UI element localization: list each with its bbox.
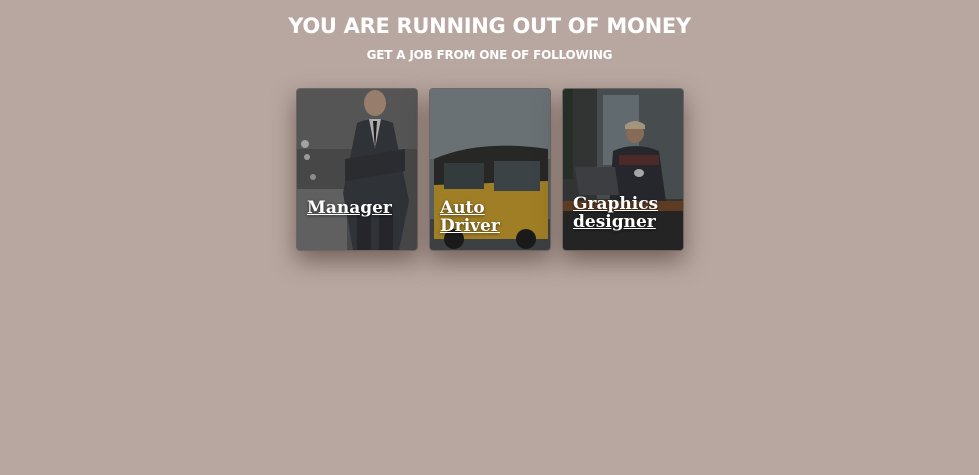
page-subtitle: GET A JOB FROM ONE OF FOLLOWING <box>366 48 613 62</box>
job-card-manager[interactable]: Manager <box>296 88 418 251</box>
page: YOU ARE RUNNING OUT OF MONEY GET A JOB F… <box>0 0 979 475</box>
job-card-graphics-designer[interactable]: Graphics designer <box>562 88 684 251</box>
job-link-auto-driver[interactable]: Auto Driver <box>440 199 544 235</box>
job-cards: Manager Auto Driver Graphics designer <box>296 88 684 251</box>
job-link-manager[interactable]: Manager <box>307 199 411 217</box>
page-title: YOU ARE RUNNING OUT OF MONEY <box>288 14 691 38</box>
job-link-graphics-designer[interactable]: Graphics designer <box>573 195 673 231</box>
job-card-auto-driver[interactable]: Auto Driver <box>429 88 551 251</box>
